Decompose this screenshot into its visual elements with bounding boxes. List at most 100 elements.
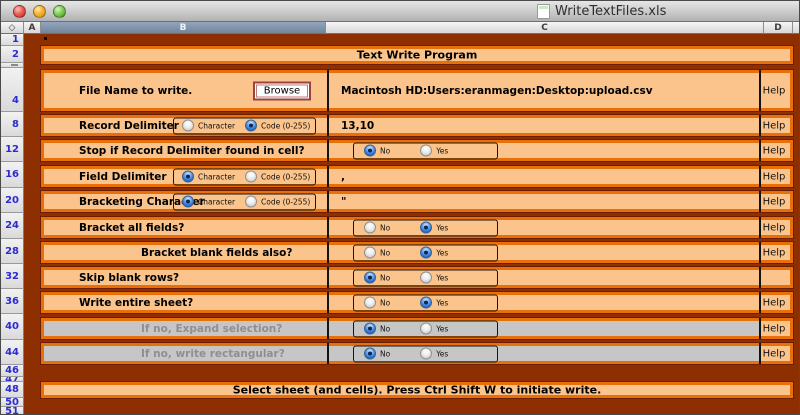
cell-value: Macintosh HD:Users:eranmagen:Desktop:upl… (341, 85, 653, 97)
column-divider (327, 318, 329, 339)
select-all-corner[interactable]: ◇ (1, 22, 24, 34)
row-header[interactable]: 12 (1, 137, 24, 162)
help-link[interactable]: Help (759, 171, 789, 182)
help-link[interactable]: Help (759, 196, 789, 207)
row-label: If no, Expand selection? (141, 323, 282, 335)
form-row-36: Write entire sheet? No Yes Help (41, 292, 793, 313)
radio-label: No (380, 146, 390, 155)
radio-option: Code (0-255) (245, 120, 310, 132)
radio-option: No (364, 247, 390, 259)
radio-label: Code (0-255) (261, 121, 310, 130)
browse-button[interactable]: Browse (253, 81, 311, 100)
radio-button[interactable] (364, 297, 376, 309)
help-link[interactable]: Help (759, 323, 789, 334)
help-link[interactable]: Help (759, 348, 789, 359)
radio-label: No (380, 273, 390, 282)
row-header[interactable]: 40 (1, 314, 24, 340)
zoom-button-icon[interactable] (53, 5, 66, 18)
row-header[interactable]: 16 (1, 162, 24, 188)
row-label: Skip blank rows? (79, 272, 179, 284)
form-row-28: Bracket blank fields also? NoYes Help (41, 242, 793, 263)
radio-button[interactable] (364, 323, 376, 335)
help-link[interactable]: Help (759, 222, 789, 233)
row-header[interactable]: 28 (1, 239, 24, 264)
radio-group: Character Code (0-255) (173, 193, 316, 210)
radio-button[interactable] (364, 247, 376, 259)
radio-option: Code (0-255) (245, 196, 310, 208)
radio-button[interactable] (364, 145, 376, 157)
radio-button[interactable] (245, 171, 257, 183)
radio-button[interactable] (245, 196, 257, 208)
row-header[interactable]: 51 (1, 407, 24, 415)
window-title: WriteTextFiles.xls (555, 4, 666, 19)
row-header[interactable]: 20 (1, 188, 24, 213)
radio-button[interactable] (364, 272, 376, 284)
application-window: WriteTextFiles.xls ◇ A B C D 12481216202… (0, 0, 800, 415)
radio-label: Yes (436, 349, 448, 358)
form-row-12: Stop if Record Delimiter found in cell?N… (41, 140, 793, 161)
radio-button[interactable] (182, 171, 194, 183)
radio-button[interactable] (420, 297, 432, 309)
radio-label: No (380, 298, 390, 307)
close-button-icon[interactable] (13, 5, 26, 18)
radio-button[interactable] (420, 348, 432, 360)
column-divider (327, 217, 329, 238)
radio-group: No Yes (353, 142, 498, 159)
radio-group: NoYes (353, 244, 498, 261)
row-header[interactable]: 36 (1, 289, 24, 314)
radio-label: Character (198, 197, 235, 206)
radio-button[interactable] (182, 120, 194, 132)
row-header[interactable]: 8 (1, 112, 24, 137)
form-row-20: Bracketing CharacterCharacterCode (0-255… (41, 191, 793, 212)
radio-label: No (380, 223, 390, 232)
row-label: Bracket blank fields also? (141, 247, 292, 259)
help-link[interactable]: Help (759, 120, 789, 131)
column-divider (327, 140, 329, 161)
row-header[interactable]: 50 (1, 398, 24, 407)
radio-button[interactable] (420, 247, 432, 259)
row-label: Bracket all fields? (79, 222, 184, 234)
radio-option: No (364, 323, 390, 335)
radio-button[interactable] (420, 145, 432, 157)
column-divider (759, 267, 761, 288)
radio-button[interactable] (245, 120, 257, 132)
column-header-b[interactable]: B (41, 22, 326, 34)
radio-button[interactable] (420, 222, 432, 234)
row-header[interactable]: 48 (1, 382, 24, 398)
column-header-d[interactable]: D (764, 22, 793, 34)
column-header-c[interactable]: C (326, 22, 764, 34)
radio-button[interactable] (364, 222, 376, 234)
form-row-8: Record DelimiterCharacterCode (0-255)13,… (41, 115, 793, 136)
radio-option: Yes (420, 323, 448, 335)
radio-button[interactable] (364, 348, 376, 360)
radio-option: Yes (420, 145, 448, 157)
column-header-a[interactable]: A (24, 22, 41, 34)
radio-option: No (364, 222, 390, 234)
row-header[interactable]: 24 (1, 213, 24, 239)
minimize-button-icon[interactable] (33, 5, 46, 18)
title-bar: WriteTextFiles.xls (1, 1, 800, 22)
row-label: File Name to write. (79, 85, 192, 97)
radio-button[interactable] (182, 196, 194, 208)
row-header[interactable]: 4 (1, 68, 24, 112)
form-row-24: Bracket all fields?NoYesHelp (41, 217, 793, 238)
row-header[interactable]: 1 (1, 34, 24, 46)
help-link[interactable]: Help (759, 85, 789, 96)
radio-button[interactable] (420, 323, 432, 335)
help-link[interactable]: Help (759, 297, 789, 308)
radio-label: Yes (436, 298, 448, 307)
row-header[interactable]: 32 (1, 264, 24, 289)
row-header[interactable]: 2 (1, 46, 24, 63)
form-row-16: Field DelimiterCharacterCode (0-255),Hel… (41, 166, 793, 187)
help-link[interactable]: Help (759, 145, 789, 156)
form-title-banner-text: Text Write Program (44, 49, 790, 62)
row-header[interactable]: 46 (1, 365, 24, 377)
radio-label: No (380, 324, 390, 333)
row-label: Write entire sheet? (79, 297, 193, 309)
form-row-4: File Name to write. Browse Macintosh HD:Us… (41, 70, 793, 111)
form-row-44: If no, write rectangular?NoYesHelp (41, 343, 793, 364)
row-header[interactable]: 44 (1, 340, 24, 365)
radio-option: No (364, 272, 390, 284)
radio-button[interactable] (420, 272, 432, 284)
help-link[interactable]: Help (759, 247, 789, 258)
